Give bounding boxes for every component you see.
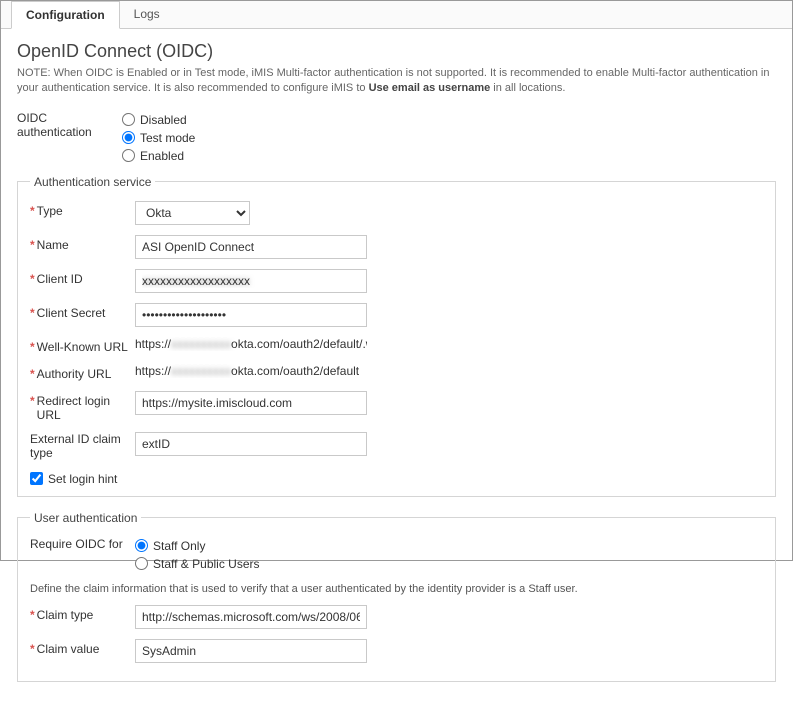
loginhint-check[interactable]: Set login hint [30, 470, 763, 488]
radio-testmode[interactable]: Test mode [122, 129, 776, 147]
tab-configuration[interactable]: Configuration [11, 1, 120, 29]
radio-staff-only-input[interactable] [135, 539, 148, 552]
authority-input[interactable]: https://xxxxxxxxxxokta.com/oauth2/defaul… [135, 364, 367, 378]
redirect-label: *Redirect login URL [30, 391, 135, 422]
name-label: *Name [30, 235, 135, 252]
loginhint-checkbox[interactable] [30, 472, 43, 485]
radio-testmode-input[interactable] [122, 131, 135, 144]
redirect-input[interactable] [135, 391, 367, 415]
tab-logs[interactable]: Logs [120, 1, 174, 28]
group-auth-service-legend: Authentication service [30, 175, 155, 189]
group-user-auth-legend: User authentication [30, 511, 141, 525]
claimvalue-input[interactable] [135, 639, 367, 663]
claimtype-input[interactable] [135, 605, 367, 629]
claimvalue-label: *Claim value [30, 639, 135, 656]
name-input[interactable] [135, 235, 367, 259]
extid-input[interactable] [135, 432, 367, 456]
tab-bar: Configuration Logs [1, 1, 792, 29]
clientsecret-input[interactable] [135, 303, 367, 327]
clientsecret-label: *Client Secret [30, 303, 135, 320]
radio-disabled[interactable]: Disabled [122, 111, 776, 129]
radio-staff-only[interactable]: Staff Only [135, 537, 763, 555]
type-label: *Type [30, 201, 135, 218]
wellknown-label: *Well-Known URL [30, 337, 135, 354]
require-label: Require OIDC for [30, 537, 135, 551]
radio-staff-public-input[interactable] [135, 557, 148, 570]
radio-enabled[interactable]: Enabled [122, 147, 776, 165]
clientid-input[interactable] [135, 269, 367, 293]
claimtype-label: *Claim type [30, 605, 135, 622]
note-text: NOTE: When OIDC is Enabled or in Test mo… [17, 66, 776, 97]
radio-staff-public[interactable]: Staff & Public Users [135, 555, 763, 573]
group-user-auth: User authentication Require OIDC for Sta… [17, 511, 776, 682]
user-auth-subnote: Define the claim information that is use… [30, 583, 763, 595]
radio-disabled-input[interactable] [122, 113, 135, 126]
group-auth-service: Authentication service *Type Okta *Name … [17, 175, 776, 497]
oidc-auth-label: OIDC authentication [17, 111, 122, 139]
clientid-label: *Client ID [30, 269, 135, 286]
radio-enabled-input[interactable] [122, 149, 135, 162]
wellknown-input[interactable]: https://xxxxxxxxxxokta.com/oauth2/defaul… [135, 337, 367, 351]
page-title: OpenID Connect (OIDC) [17, 41, 776, 62]
extid-label: External ID claim type [30, 432, 135, 460]
authority-label: *Authority URL [30, 364, 135, 381]
type-select[interactable]: Okta [135, 201, 250, 225]
